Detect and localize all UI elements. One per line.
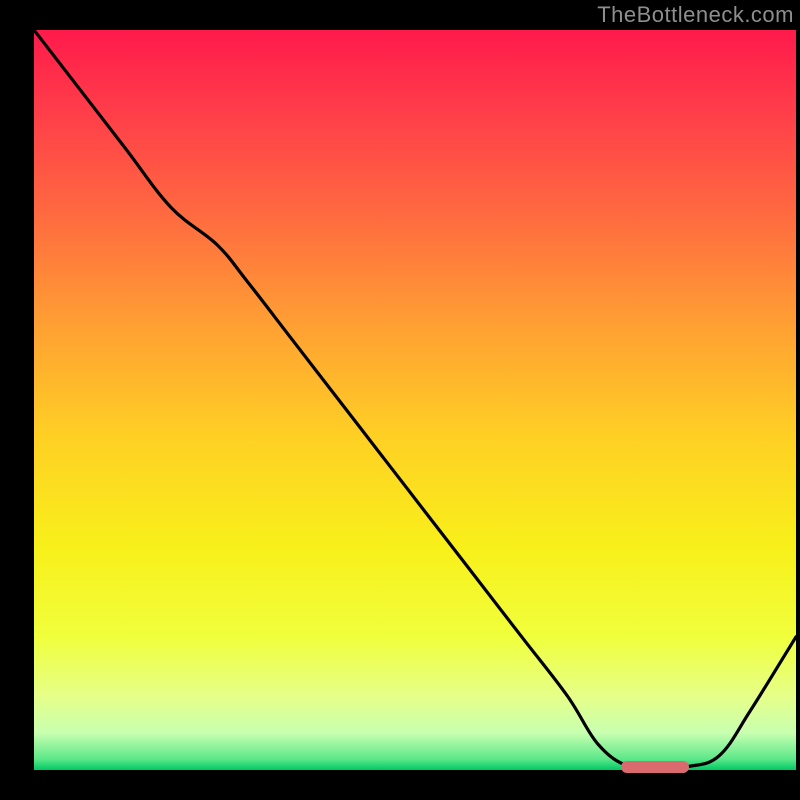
- optimal-marker: [621, 761, 690, 773]
- chart-svg: [34, 30, 796, 770]
- chart-container: TheBottleneck.com: [0, 0, 800, 800]
- watermark-label: TheBottleneck.com: [597, 2, 794, 28]
- plot-area: [34, 30, 796, 770]
- gradient-background: [34, 30, 796, 770]
